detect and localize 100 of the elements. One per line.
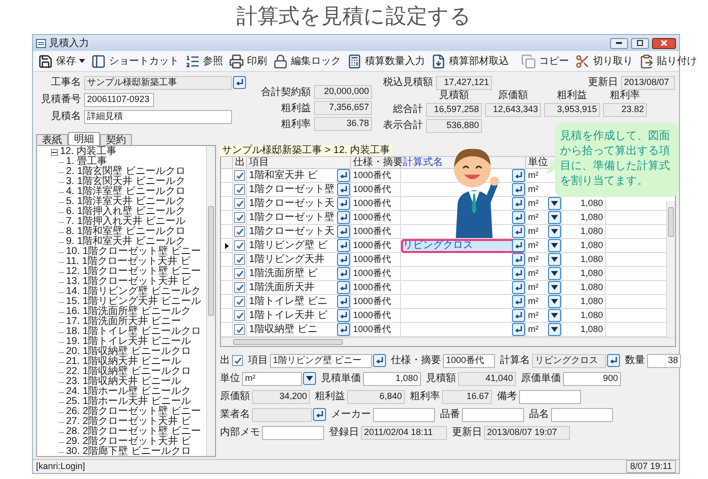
text-field[interactable]: 1階リビング壁 ビニー [270,354,372,368]
text-field[interactable] [252,408,312,422]
column-header[interactable]: 単位 [528,157,548,168]
tree-item[interactable]: 19. 1階トイレ天井 ビニール [66,337,192,347]
checkbox[interactable] [234,268,245,279]
tree-item[interactable]: 3. 1階玄関天井 ビニールク [66,177,186,187]
lookup-button[interactable] [512,281,525,294]
tree-item[interactable]: 25. 1階ホール天井 ビニール [66,397,192,407]
checkbox[interactable] [234,254,245,265]
scrollbar[interactable] [666,201,675,337]
lookup-button[interactable] [512,225,525,238]
tree-item[interactable]: 16. 1階洗面所壁 ビニールク [66,307,192,317]
tree-item[interactable]: 26. 2階クローゼット壁 ビニー [66,407,202,417]
checkbox[interactable] [234,240,245,251]
tree-toggle[interactable] [51,148,58,156]
lookup-button[interactable] [337,197,350,210]
tree-item[interactable]: 14. 1階リビング壁 ビニールク [66,287,202,297]
toolbar-button[interactable]: コピー [518,52,572,70]
text-field[interactable]: 34,200 [252,390,310,404]
text-field[interactable]: 7,356,657 [314,101,372,115]
checkbox[interactable] [234,184,245,195]
toolbar-button[interactable]: 編集ロック [270,52,344,70]
scrollbar[interactable] [221,337,675,346]
text-field[interactable]: 38 [647,354,681,368]
tree-item[interactable]: 27. 2階クローゼット天井 ビ [66,417,192,427]
toolbar-button[interactable]: 貼り付け [636,52,700,70]
lookup-button[interactable] [337,211,350,224]
lookup-button[interactable] [512,323,525,336]
lookup-button[interactable] [512,267,525,280]
tree-item[interactable]: 11. 1階クローゼット天井 ビ [66,257,190,267]
tree-item[interactable]: 1. 畳工事 [66,157,108,167]
lookup-button[interactable] [337,225,350,238]
dropdown-button[interactable] [548,267,561,280]
toolbar-button[interactable]: 参照 [182,52,226,70]
text-field[interactable]: 20,000,000 [314,85,372,99]
text-field[interactable]: 2011/02/04 18:11 [361,426,447,440]
checkbox[interactable] [234,296,245,307]
tree-item[interactable]: 21. 1階収納天井 ビニール [66,357,182,367]
lookup-button[interactable] [337,309,350,322]
checkbox[interactable] [234,212,245,223]
tree-item[interactable]: 4. 1階洋室壁 ビニールクロ [66,187,186,197]
text-field[interactable]: 20061107-0923 [84,92,154,106]
dropdown-button[interactable] [303,372,316,385]
text-field[interactable]: m² [242,372,302,386]
column-header[interactable]: 仕様・摘要 [353,157,403,168]
dropdown-button[interactable] [548,323,561,336]
tree-item[interactable]: 7. 1階押入れ天井 ビニール [66,217,186,227]
dropdown-button[interactable] [548,211,561,224]
text-field[interactable]: 23.82 [603,102,647,116]
tree-item[interactable]: 24. 1階ホール壁 ビニールク [66,387,192,397]
tree-item[interactable]: 20. 1階収納壁 ビニールクロ [66,347,192,357]
lookup-button[interactable] [337,267,350,280]
toolbar-button[interactable]: 切り取り [572,52,636,70]
text-field[interactable]: 900 [563,372,621,386]
tree-item[interactable]: 29. 2階クローゼット天井 ビ [66,437,192,447]
text-field[interactable] [551,408,613,422]
tree-item[interactable]: 8. 1階和室壁 ビニールクロ [66,227,186,237]
dropdown-button[interactable] [548,309,561,322]
minimize-button[interactable] [610,38,628,48]
tree-item[interactable]: 9. 1階和室天井 ビニールク [66,237,186,247]
lookup-button[interactable] [512,239,525,252]
toolbar-button[interactable]: 保存 [35,52,88,70]
checkbox[interactable] [234,310,245,321]
tree-item[interactable]: 12. 内装工事 [60,147,117,157]
text-field[interactable]: 12,643,343 [485,102,541,116]
checkbox[interactable] [234,198,245,209]
dropdown-button[interactable] [548,281,561,294]
text-field[interactable]: 2013/08/07 [621,76,675,90]
tree-item[interactable]: 10. 1階クローゼット壁 ビニー [66,247,202,257]
tree-item[interactable]: 5. 1階洋室天井 ビニールク [66,197,186,207]
text-field[interactable]: 詳細見積 [84,110,232,124]
checkbox[interactable] [234,170,245,181]
lookup-button[interactable] [337,323,350,336]
text-field[interactable] [373,408,435,422]
dropdown-button[interactable] [548,239,561,252]
lookup-button[interactable] [337,253,350,266]
text-field[interactable]: 17,427,121 [436,76,492,90]
tree-item[interactable]: 28. 2階クローゼット壁 ビニー [66,427,202,437]
text-field[interactable]: 41,040 [458,372,516,386]
text-field[interactable]: 536,880 [426,118,482,132]
checkbox[interactable] [232,355,243,366]
text-field[interactable] [462,408,524,422]
text-field[interactable]: 16.67 [442,390,492,404]
dropdown-button[interactable] [548,295,561,308]
text-field[interactable]: 1000番代 [443,354,495,368]
column-header[interactable]: 項目 [249,157,269,168]
tree-item[interactable]: 18. 1階トイレ壁 ビニールクロ [66,327,202,337]
tree-item[interactable]: 13. 1階クローゼット天井 ビ [66,277,192,287]
lookup-button[interactable] [607,354,620,367]
text-field[interactable] [519,390,581,404]
tree-item[interactable]: 23. 1階収納天井 ビニール [66,377,182,387]
lookup-button[interactable] [512,183,525,196]
text-field[interactable]: 16,597,258 [426,102,482,116]
lookup-button[interactable] [233,76,246,89]
lookup-button[interactable] [512,253,525,266]
dropdown-button[interactable] [548,225,561,238]
toolbar-button[interactable]: 積算部材取込 [428,52,512,70]
lookup-button[interactable] [373,354,386,367]
column-header[interactable]: 計算式名 [403,157,443,168]
text-field[interactable]: 6,840 [347,390,405,404]
